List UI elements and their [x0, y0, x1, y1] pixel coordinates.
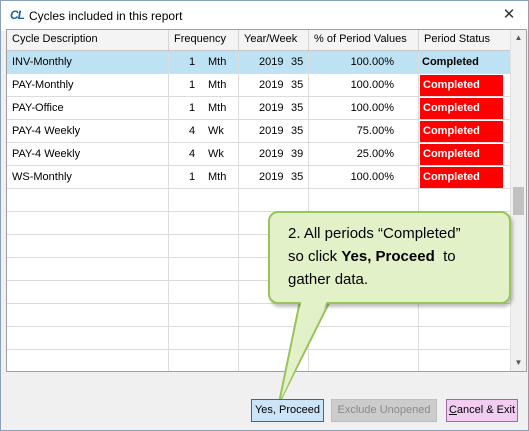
yes-proceed-button[interactable]: Yes, Proceed: [251, 399, 324, 422]
cancel-mnemonic: C: [448, 404, 457, 416]
cancel-exit-button[interactable]: Cancel & Exit: [446, 399, 518, 422]
callout-pointer-cover: [281, 299, 328, 399]
cancel-label-rest: ancel & Exit: [456, 404, 516, 416]
exclude-unopened-button[interactable]: Exclude Unopened: [331, 399, 437, 422]
